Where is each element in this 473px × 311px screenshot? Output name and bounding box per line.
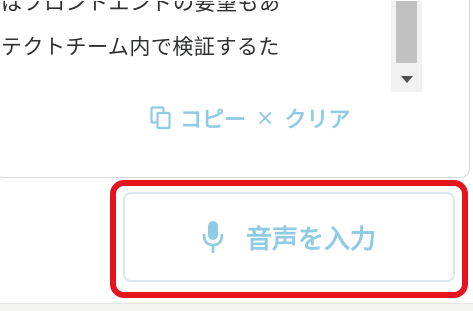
transcript-text-area[interactable]: はフロントエンドの要望もあ テクトチーム内で検証するた: [1, 1, 391, 95]
transcript-line: はフロントエンドの要望もあ: [1, 1, 281, 15]
voice-input-label: 音声を入力: [245, 224, 376, 255]
transcript-card: はフロントエンドの要望もあ テクトチーム内で検証するた コピー × クリア: [0, 0, 470, 178]
scrollbar-thumb[interactable]: [396, 1, 417, 63]
transcript-line: テクトチーム内で検証するた: [1, 35, 280, 59]
copy-icon: [150, 106, 171, 130]
clear-button[interactable]: クリア: [284, 102, 350, 134]
voice-input-button[interactable]: 音声を入力: [123, 192, 455, 282]
microphone-icon: [202, 221, 224, 253]
clear-label: クリア: [284, 108, 351, 133]
vertical-scrollbar[interactable]: [391, 1, 422, 92]
copy-button[interactable]: コピー: [150, 102, 246, 134]
scroll-down-arrow-icon[interactable]: [391, 69, 422, 91]
transcript-actions: コピー × クリア: [150, 102, 350, 134]
copy-label: コピー: [180, 108, 247, 133]
separator: ×: [256, 105, 275, 131]
